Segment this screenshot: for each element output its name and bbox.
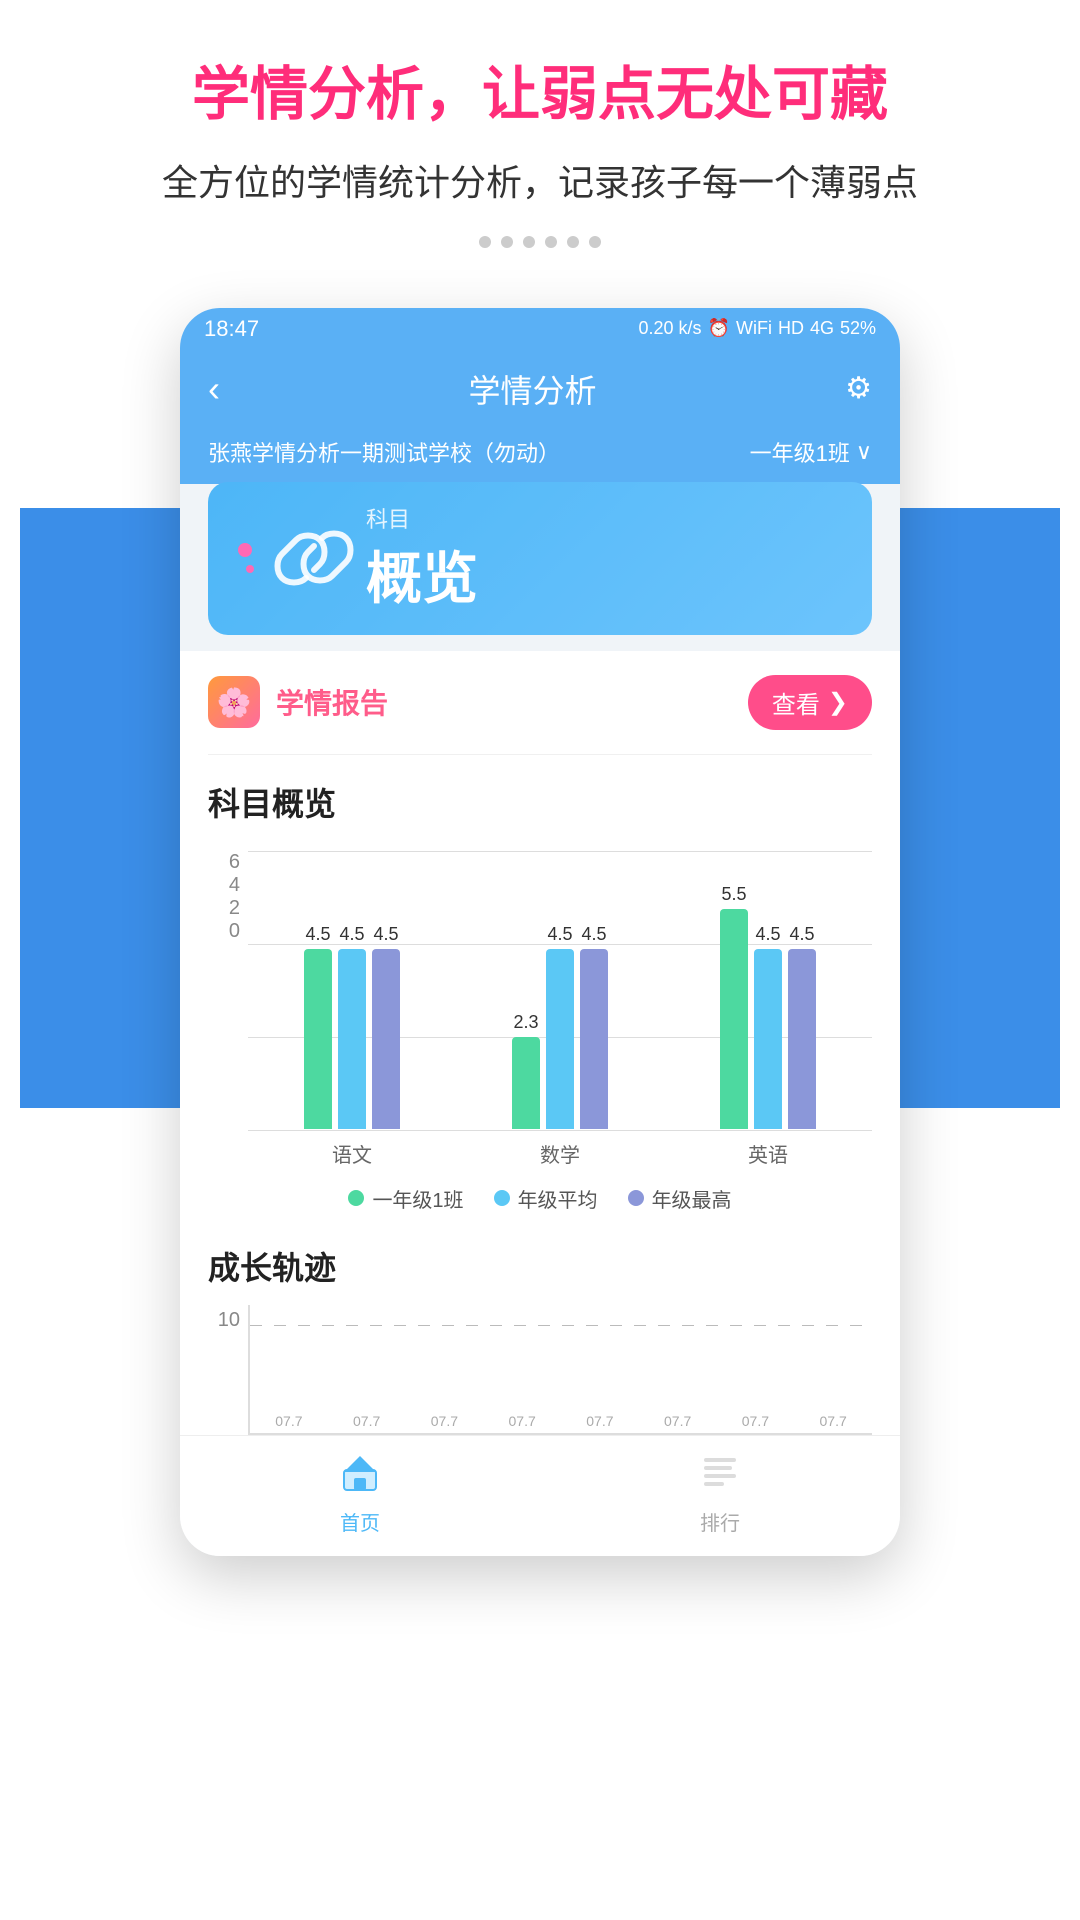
bar-yuwen-lightblue: 4.5 bbox=[338, 924, 366, 1129]
y-label-0: 0 bbox=[229, 920, 240, 943]
status-time: 18:47 bbox=[204, 316, 259, 342]
view-label: 查看 bbox=[772, 685, 820, 720]
bar-shuxue-purple: 4.5 bbox=[580, 924, 608, 1129]
bar-yuwen-purple: 4.5 bbox=[372, 924, 400, 1129]
battery-icon: 52% bbox=[840, 318, 876, 339]
bottom-nav: 首页 排行 bbox=[180, 1435, 900, 1556]
pink-dot-small bbox=[246, 565, 254, 573]
legend-dot-avg bbox=[494, 1190, 510, 1206]
legend-top: 年级最高 bbox=[628, 1184, 732, 1213]
dot-5 bbox=[567, 236, 579, 248]
legend-dot-top bbox=[628, 1190, 644, 1206]
report-row: 🌸 学情报告 查看 ❯ bbox=[208, 651, 872, 755]
school-name: 张燕学情分析一期测试学校（勿动） bbox=[208, 436, 560, 468]
nav-bar: ‹ 学情分析 ⚙ bbox=[180, 350, 900, 428]
alarm-icon: ⏰ bbox=[708, 318, 730, 339]
growth-chart: 07.7 07.7 07.7 07.7 07.7 07.7 07.7 07.7 bbox=[248, 1305, 872, 1435]
dot-1 bbox=[479, 236, 491, 248]
bars-container: 4.5 4.5 4.5 bbox=[248, 851, 872, 1168]
wifi-icon: WiFi bbox=[736, 318, 772, 339]
bar-shuxue-green: 2.3 bbox=[512, 1012, 540, 1129]
legend-label-avg: 年级平均 bbox=[518, 1184, 598, 1213]
legend-dot-class bbox=[348, 1190, 364, 1206]
x-label-yuwen: 语文 bbox=[248, 1131, 456, 1168]
chain-link-icon bbox=[274, 518, 354, 598]
school-row: 张燕学情分析一期测试学校（勿动） 一年级1班 ∨ bbox=[180, 428, 900, 484]
growth-x-labels: 07.7 07.7 07.7 07.7 07.7 07.7 07.7 07.7 bbox=[250, 1413, 872, 1429]
legend-label-top: 年级最高 bbox=[652, 1184, 732, 1213]
bar-shuxue-lightblue: 4.5 bbox=[546, 924, 574, 1129]
bar-yingyu-green: 5.5 bbox=[720, 884, 748, 1129]
nav-item-rank[interactable]: 排行 bbox=[540, 1452, 900, 1536]
bars-row: 4.5 4.5 4.5 bbox=[248, 851, 872, 1131]
rank-icon bbox=[700, 1452, 740, 1501]
rank-label: 排行 bbox=[700, 1507, 740, 1536]
y-label-6: 6 bbox=[229, 851, 240, 874]
pink-dot-large bbox=[238, 543, 252, 557]
dots-row bbox=[40, 236, 1040, 248]
growth-section: 成长轨迹 10 07.7 07.7 07.7 07.7 07.7 07.7 07… bbox=[180, 1243, 900, 1435]
home-icon bbox=[340, 1452, 380, 1501]
x-label-shuxue: 数学 bbox=[456, 1131, 664, 1168]
promo-title: 学情分析，让弱点无处可藏 bbox=[40, 60, 1040, 130]
nav-item-home[interactable]: 首页 bbox=[180, 1452, 540, 1536]
growth-title: 成长轨迹 bbox=[208, 1243, 872, 1289]
hd-icon: HD bbox=[778, 318, 804, 339]
subject-label-area: 科目 概览 bbox=[366, 502, 478, 615]
growth-chart-area: 10 07.7 07.7 07.7 07.7 07.7 07.7 07.7 07… bbox=[208, 1305, 872, 1435]
y-label-4: 4 bbox=[229, 874, 240, 897]
bar-chart: 6 4 2 0 bbox=[208, 841, 872, 1243]
class-badge[interactable]: 一年级1班 ∨ bbox=[750, 436, 872, 468]
report-icon: 🌸 bbox=[208, 676, 260, 728]
growth-y-label: 10 bbox=[208, 1305, 248, 1332]
class-label: 一年级1班 bbox=[750, 436, 850, 468]
x-label-yingyu: 英语 bbox=[664, 1131, 872, 1168]
gear-icon[interactable]: ⚙ bbox=[845, 371, 872, 406]
chart-legend: 一年级1班 年级平均 年级最高 bbox=[208, 1168, 872, 1223]
report-title: 学情报告 bbox=[276, 682, 388, 722]
report-left: 🌸 学情报告 bbox=[208, 676, 388, 728]
subject-overview-title: 科目概览 bbox=[208, 755, 872, 841]
subject-overview-section: 科目概览 6 4 2 0 bbox=[208, 755, 872, 1243]
dot-4 bbox=[545, 236, 557, 248]
y-label-2: 2 bbox=[229, 897, 240, 920]
home-label: 首页 bbox=[340, 1507, 380, 1536]
legend-class: 一年级1班 bbox=[348, 1184, 463, 1213]
bar-group-shuxue: 2.3 4.5 4.5 bbox=[456, 924, 664, 1129]
phone-frame: 18:47 0.20 k/s ⏰ WiFi HD 4G 52% ‹ 学情分析 ⚙… bbox=[180, 308, 900, 1556]
decorative-dots bbox=[238, 543, 254, 573]
bar-yingyu-lightblue: 4.5 bbox=[754, 924, 782, 1129]
back-button[interactable]: ‹ bbox=[208, 368, 220, 410]
view-icon: ❯ bbox=[828, 688, 848, 717]
legend-avg: 年级平均 bbox=[494, 1184, 598, 1213]
dot-6 bbox=[589, 236, 601, 248]
phone-wrapper: 18:47 0.20 k/s ⏰ WiFi HD 4G 52% ‹ 学情分析 ⚙… bbox=[180, 308, 900, 1556]
growth-line bbox=[250, 1325, 872, 1326]
view-report-button[interactable]: 查看 ❯ bbox=[748, 675, 872, 730]
dot-2 bbox=[501, 236, 513, 248]
network-icon: 0.20 k/s bbox=[639, 318, 702, 339]
subject-small-label: 科目 bbox=[366, 502, 478, 534]
signal-4g-icon: 4G bbox=[810, 318, 834, 339]
bar-yingyu-purple: 4.5 bbox=[788, 924, 816, 1129]
dropdown-icon: ∨ bbox=[856, 439, 872, 465]
y-axis-labels: 6 4 2 0 bbox=[208, 851, 248, 983]
x-axis-labels: 语文 数学 英语 bbox=[248, 1131, 872, 1168]
bar-yuwen-green: 4.5 bbox=[304, 924, 332, 1129]
bar-group-yuwen: 4.5 4.5 4.5 bbox=[248, 924, 456, 1129]
nav-title: 学情分析 bbox=[469, 366, 597, 412]
subject-big-label: 概览 bbox=[366, 534, 478, 615]
status-bar: 18:47 0.20 k/s ⏰ WiFi HD 4G 52% bbox=[180, 308, 900, 350]
status-icons: 0.20 k/s ⏰ WiFi HD 4G 52% bbox=[639, 318, 877, 339]
content-area: 🌸 学情报告 查看 ❯ 科目概览 6 4 bbox=[180, 651, 900, 1243]
legend-label-class: 一年级1班 bbox=[372, 1184, 463, 1213]
bar-group-yingyu: 5.5 4.5 4.5 bbox=[664, 884, 872, 1129]
subject-card[interactable]: 科目 概览 bbox=[208, 482, 872, 635]
dot-3 bbox=[523, 236, 535, 248]
promo-section: 学情分析，让弱点无处可藏 全方位的学情统计分析，记录孩子每一个薄弱点 bbox=[0, 0, 1080, 308]
promo-subtitle: 全方位的学情统计分析，记录孩子每一个薄弱点 bbox=[40, 154, 1040, 206]
